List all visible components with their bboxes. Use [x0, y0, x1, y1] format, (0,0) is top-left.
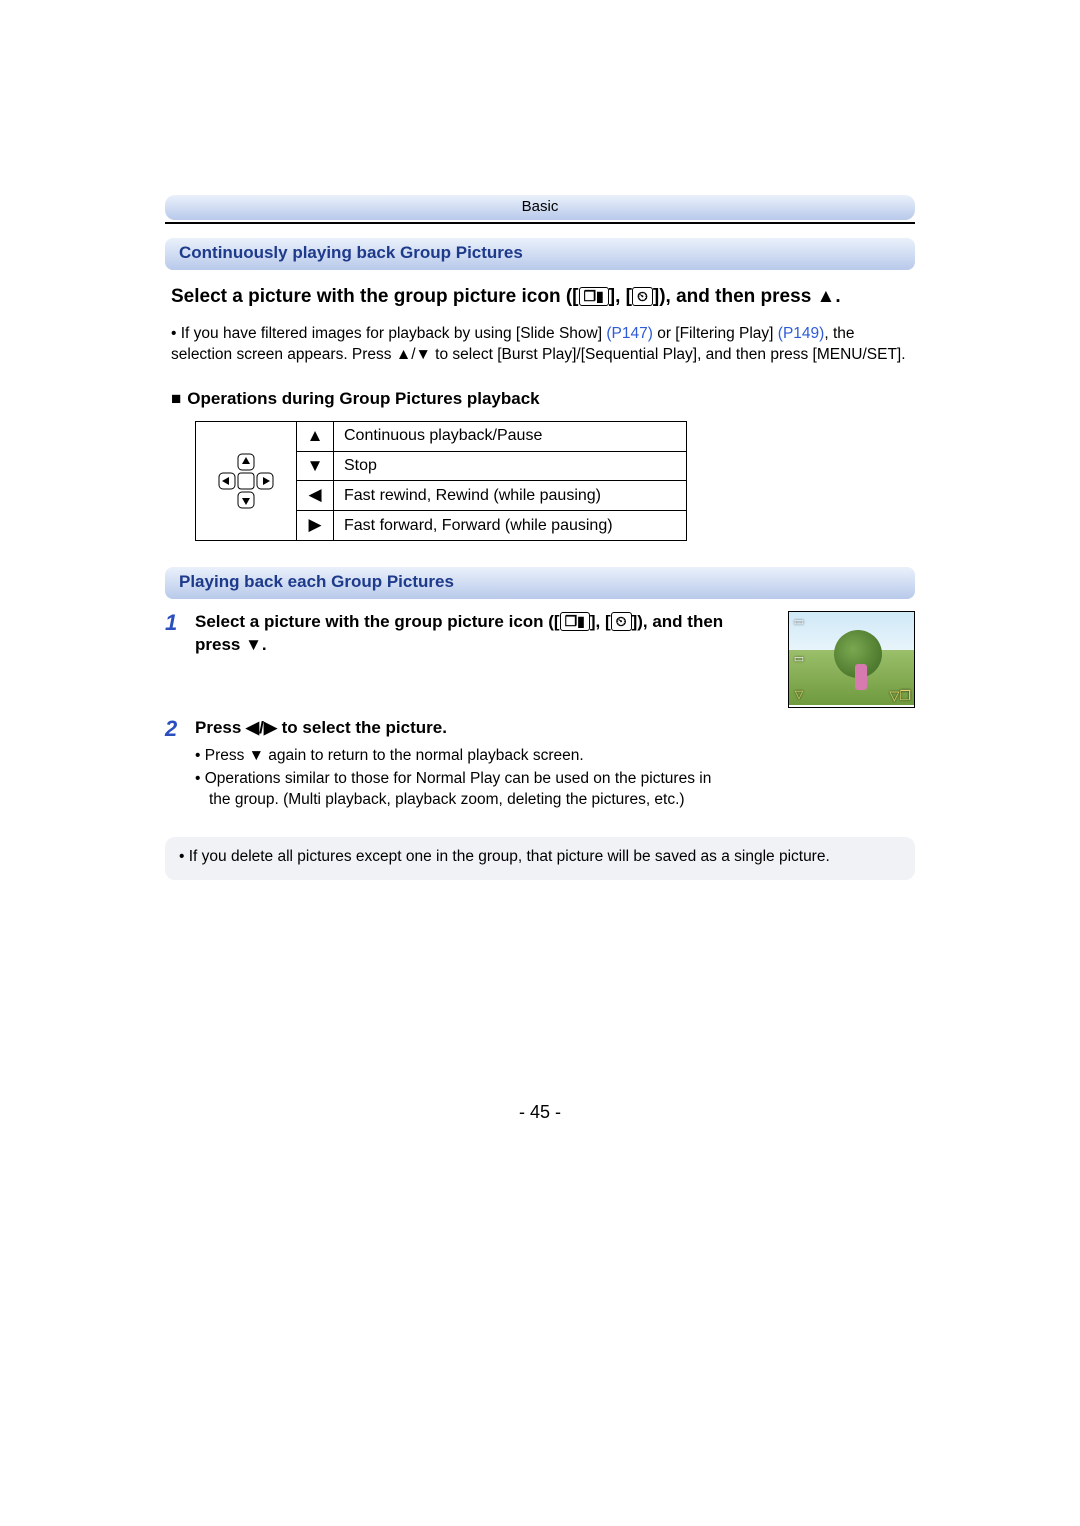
step1-text: Select a picture with the group picture …: [195, 611, 770, 657]
thumb-icon: ▭: [794, 615, 804, 630]
section-heading-each: Playing back each Group Pictures: [165, 567, 915, 599]
timer-icon: ⏲: [632, 287, 653, 306]
section1-title: Continuously playing back Group Pictures: [179, 243, 523, 262]
step2-bullet: • Press ▼ again to return to the normal …: [195, 746, 715, 767]
burst-icon: ❐▮: [579, 287, 609, 306]
section2-title: Playing back each Group Pictures: [179, 572, 454, 591]
operations-table-wrap: ▲ Continuous playback/Pause ▼ Stop ◀ Fas…: [195, 421, 915, 542]
table-row: ▼ Stop: [297, 451, 687, 481]
chapter-underline: [165, 222, 915, 224]
operations-heading: ■Operations during Group Pictures playba…: [171, 388, 909, 411]
square-bullet-icon: ■: [171, 389, 181, 408]
operations-table: ▲ Continuous playback/Pause ▼ Stop ◀ Fas…: [296, 421, 687, 542]
op-desc: Fast forward, Forward (while pausing): [334, 511, 687, 541]
table-row: ▲ Continuous playback/Pause: [297, 421, 687, 451]
op-desc: Stop: [334, 451, 687, 481]
up-arrow-icon: ▲: [297, 421, 334, 451]
step-2: 2 Press ◀/▶ to select the picture. • Pre…: [165, 717, 915, 811]
dpad-illustration: [195, 421, 296, 542]
filter-note: • If you have filtered images for playba…: [171, 324, 909, 366]
timer-icon: ⏲: [611, 612, 632, 631]
step-number: 2: [165, 717, 195, 741]
step2-bullet: • Operations similar to those for Normal…: [195, 769, 715, 811]
op-desc: Fast rewind, Rewind (while pausing): [334, 481, 687, 511]
preview-thumbnail: ▭ ▭ ▽ ▽❐: [788, 611, 915, 708]
step-number: 1: [165, 611, 195, 635]
link-p149[interactable]: (P149): [778, 325, 825, 342]
section-heading-continuous: Continuously playing back Group Pictures: [165, 238, 915, 270]
link-p147[interactable]: (P147): [606, 325, 653, 342]
burst-group-icon: ▽❐: [889, 687, 911, 705]
down-arrow-icon: ▼: [297, 451, 334, 481]
chapter-bar: Basic: [165, 195, 915, 220]
instruction-continuous: Select a picture with the group picture …: [171, 284, 909, 310]
note-text: • If you delete all pictures except one …: [179, 848, 830, 865]
op-desc: Continuous playback/Pause: [334, 421, 687, 451]
thumb-icon: ▭: [794, 652, 804, 667]
right-arrow-icon: ▶: [297, 511, 334, 541]
chapter-label: Basic: [522, 198, 559, 215]
down-arrow-icon: ▽: [795, 688, 803, 703]
note-box: • If you delete all pictures except one …: [165, 837, 915, 880]
table-row: ▶ Fast forward, Forward (while pausing): [297, 511, 687, 541]
step2-title: Press ◀/▶ to select the picture.: [195, 717, 915, 740]
table-row: ◀ Fast rewind, Rewind (while pausing): [297, 481, 687, 511]
page-content: Basic Continuously playing back Group Pi…: [165, 195, 915, 880]
page-number: - 45 -: [0, 1100, 1080, 1124]
left-arrow-icon: ◀: [297, 481, 334, 511]
burst-icon: ❐▮: [560, 612, 590, 631]
